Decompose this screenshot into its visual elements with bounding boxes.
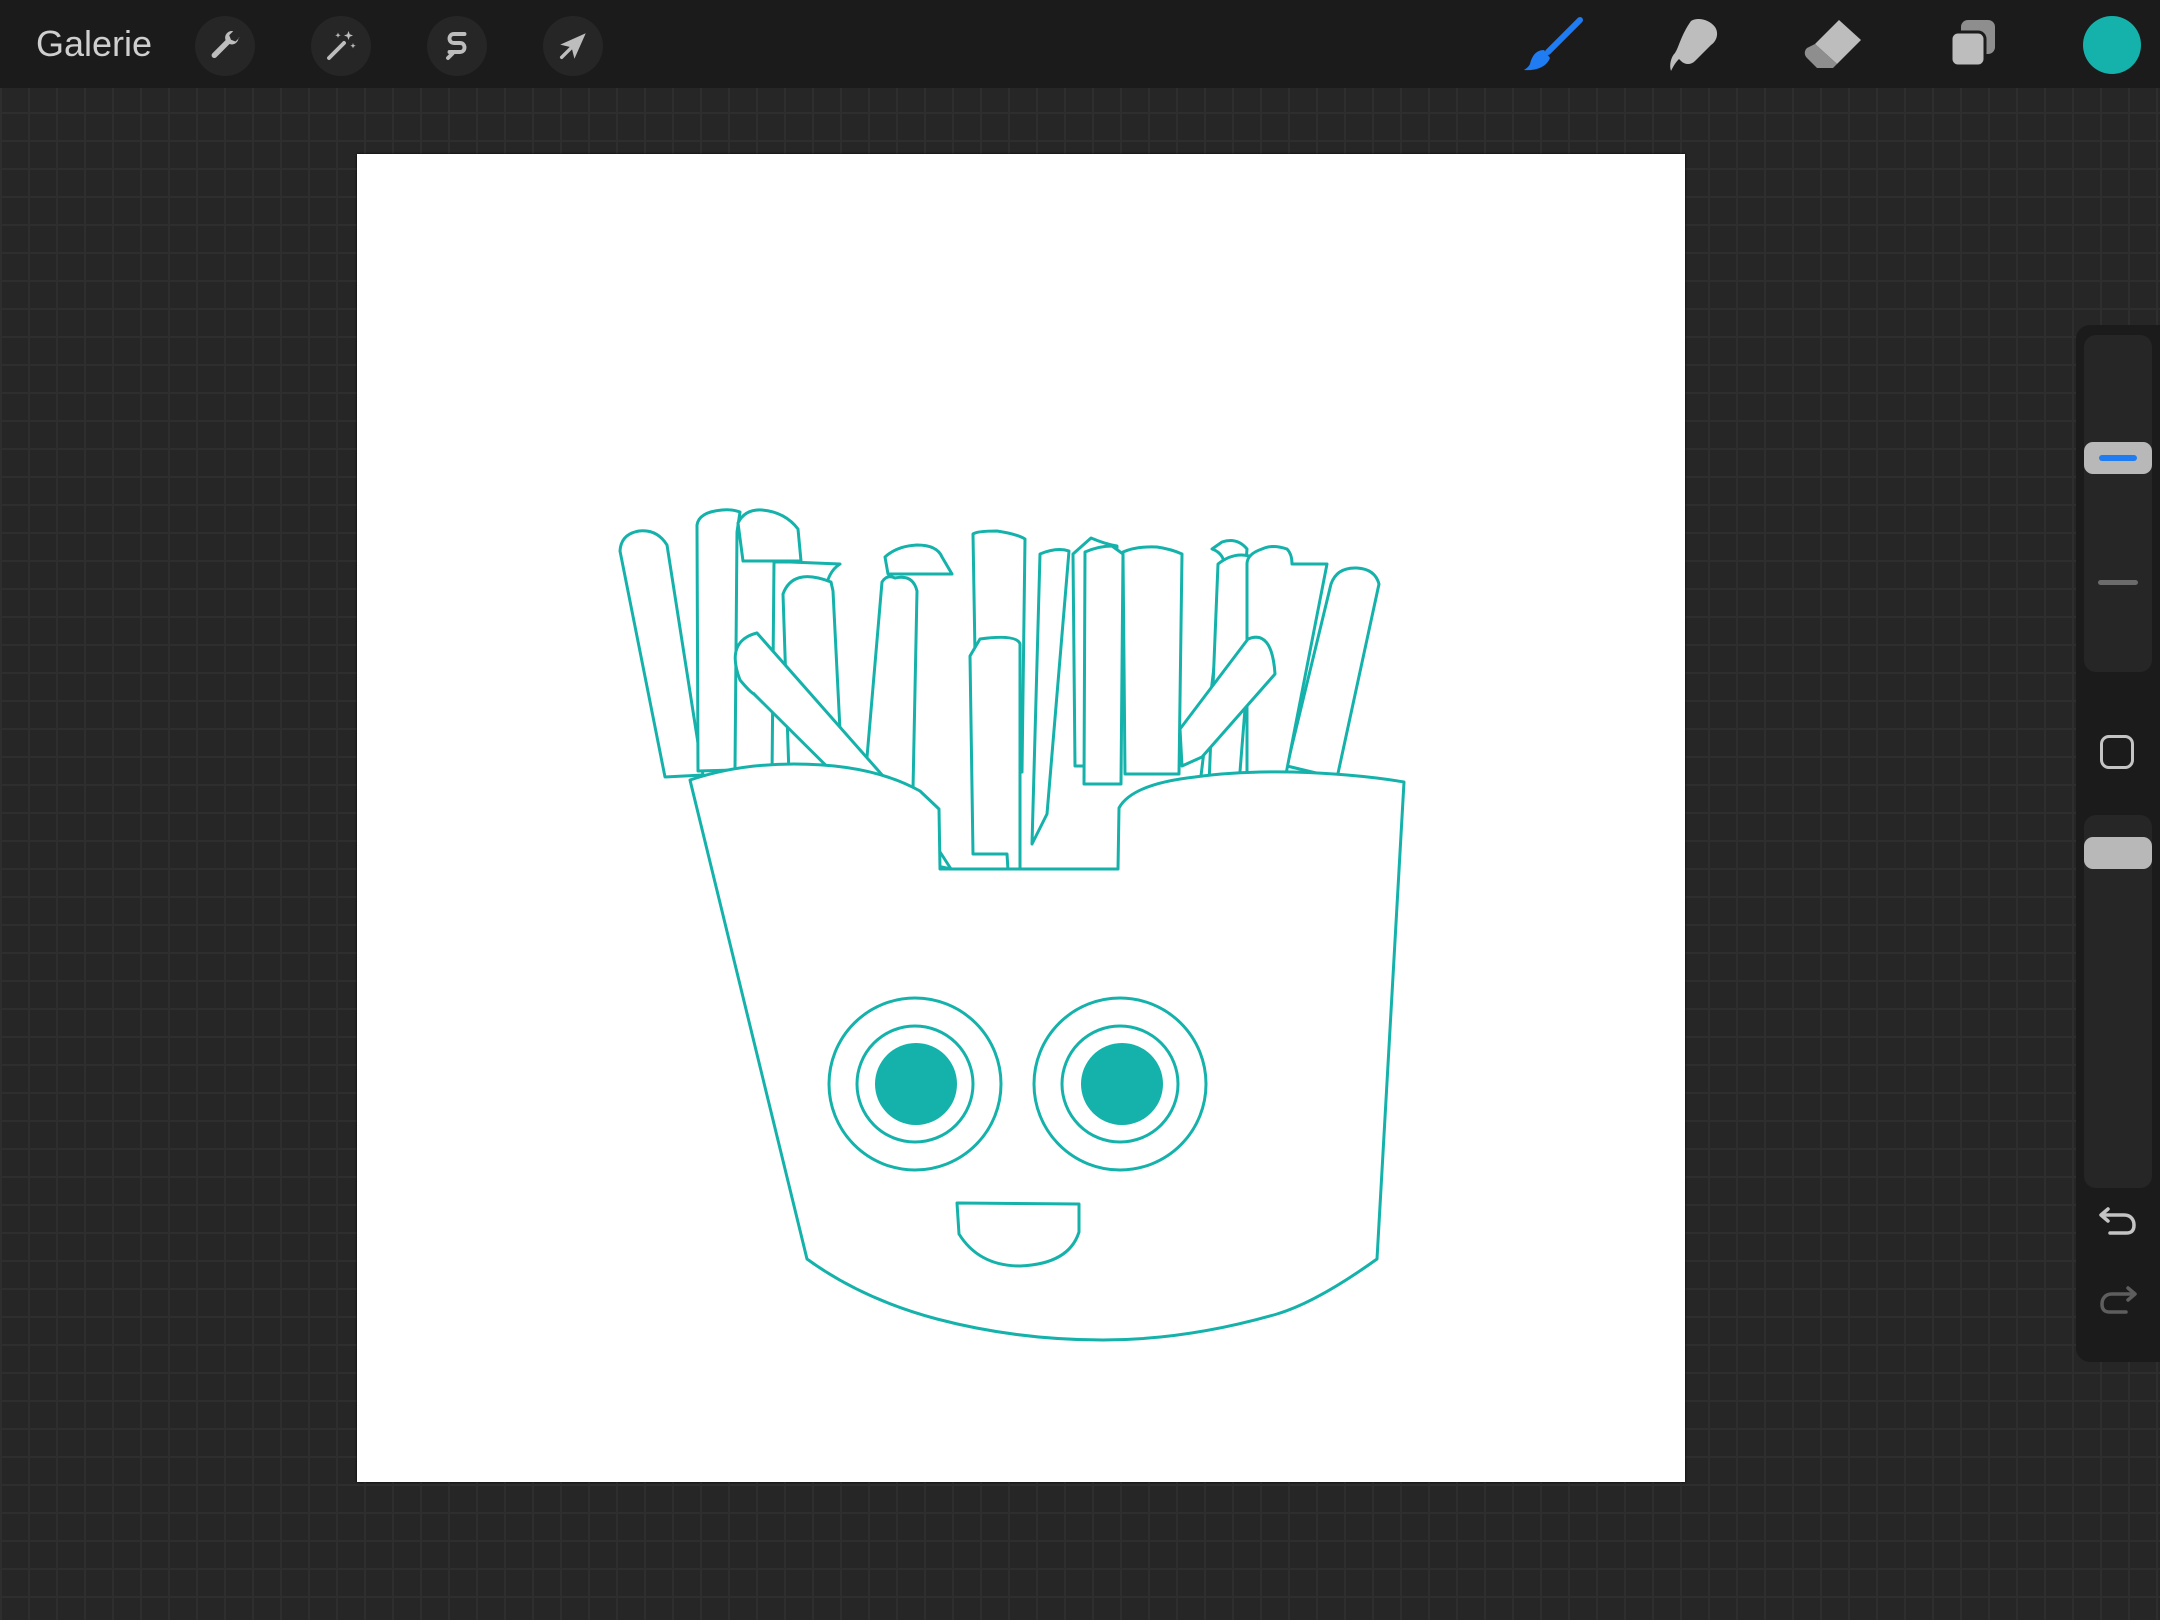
french-fries-artwork (618, 508, 1406, 1342)
size-midpoint-marker (2098, 580, 2138, 585)
arrow-cursor-icon (559, 33, 586, 60)
redo-button[interactable] (2094, 1274, 2142, 1322)
smudge-button[interactable] (1661, 14, 1725, 74)
brush-size-handle[interactable] (2084, 442, 2152, 474)
color-swatch[interactable] (2083, 16, 2141, 74)
top-toolbar: Galerie (0, 0, 2160, 88)
adjustments-button[interactable] (311, 16, 371, 76)
undo-arrow-icon (2099, 1207, 2136, 1235)
brush-button[interactable] (1521, 14, 1585, 74)
layers-icon (1949, 20, 1995, 68)
size-indicator (2099, 455, 2137, 461)
transform-button[interactable] (543, 16, 603, 76)
gallery-button[interactable]: Galerie (36, 22, 152, 66)
layers-button[interactable] (1941, 14, 2005, 74)
brush-size-slider[interactable] (2084, 335, 2152, 672)
smudge-finger-icon (1670, 19, 1718, 71)
brush-icon (1524, 17, 1583, 71)
redo-arrow-icon (2100, 1286, 2137, 1314)
eraser-button[interactable] (1801, 14, 1865, 74)
selection-s-icon (446, 32, 467, 60)
magic-wand-icon (327, 31, 356, 60)
selection-button[interactable] (427, 16, 487, 76)
undo-button[interactable] (2094, 1195, 2142, 1243)
right-sidebar (2076, 325, 2160, 1362)
eraser-icon (1804, 20, 1861, 68)
opacity-slider[interactable] (2084, 815, 2152, 1188)
actions-button[interactable] (195, 16, 255, 76)
opacity-handle[interactable] (2084, 837, 2152, 869)
drawing-canvas[interactable] (357, 154, 1685, 1482)
wrench-icon (211, 31, 240, 59)
square-modify-icon[interactable] (2100, 735, 2134, 769)
